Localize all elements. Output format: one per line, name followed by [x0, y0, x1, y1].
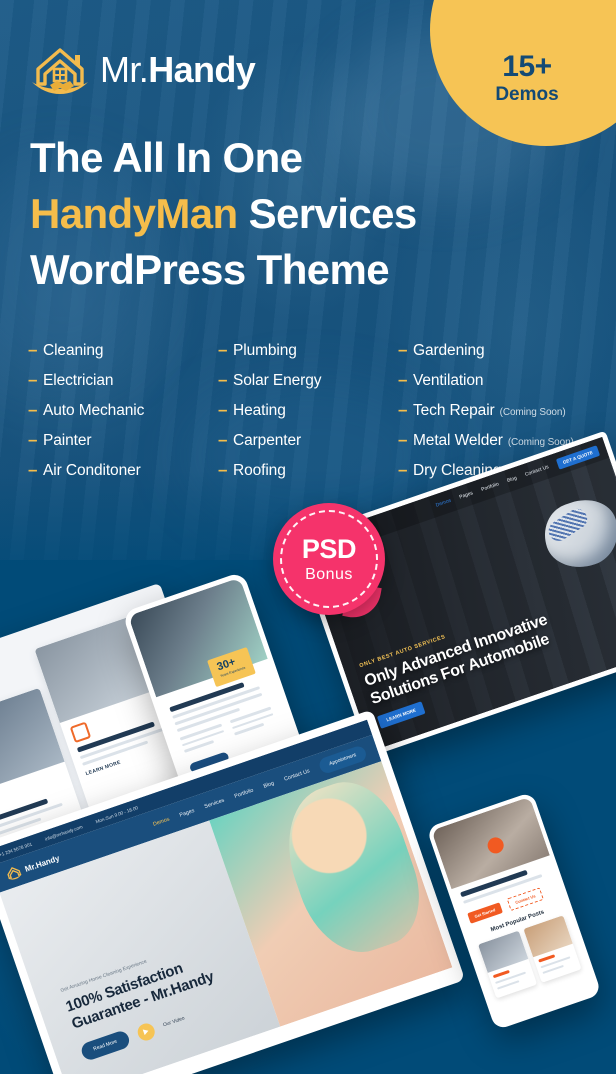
bullet-dash-icon: –	[28, 430, 38, 449]
service-item: – Painter	[28, 430, 218, 460]
psd-badge-text: PSD Bonus	[273, 503, 385, 615]
bullet-dash-icon: –	[398, 370, 408, 389]
bullet-dash-icon: –	[218, 400, 228, 419]
service-item: – Tech Repair (Coming Soon)	[398, 400, 600, 430]
bullet-dash-icon: –	[398, 400, 408, 419]
cleaning-read-more-button[interactable]: Read More	[79, 1029, 132, 1063]
service-name: Metal Welder	[413, 432, 503, 449]
cleaning-nav-portfolio[interactable]: Portfolio	[234, 788, 255, 800]
auto-nav-pages[interactable]: Pages	[459, 490, 474, 500]
service-name: Gardening	[413, 342, 485, 359]
play-video-icon[interactable]	[135, 1020, 157, 1043]
auto-nav-demos[interactable]: Demos	[435, 498, 452, 509]
bullet-dash-icon: –	[218, 430, 228, 449]
headline-line-2-rest: Services	[237, 190, 418, 237]
mockup-phone-blog: Get Started Contact Us Most Popular Post…	[426, 791, 602, 1031]
headline-accent-word: HandyMan	[30, 190, 238, 237]
service-name: Tech Repair	[413, 402, 495, 419]
service-name: Cleaning	[43, 342, 104, 359]
service-name: Carpenter	[233, 432, 302, 449]
services-column-1: – Cleaning – Electrician – Auto Mechanic – P…	[28, 340, 218, 490]
auto-nav-portfolio[interactable]: Portfolio	[481, 481, 500, 493]
brand-logo-text: Mr.Handy	[100, 49, 256, 90]
service-item: – Heating	[218, 400, 398, 430]
promo-banner: 15+ Demos Mr.Handy The All In One HandyM…	[0, 0, 616, 1074]
cleaning-nav-demos[interactable]: Demos	[152, 817, 170, 828]
service-status-note: (Coming Soon)	[499, 407, 566, 418]
house-handshake-icon	[32, 48, 88, 94]
brand-logo-prefix: Mr.	[100, 49, 149, 90]
service-name: Ventilation	[413, 372, 484, 389]
demos-label: Demos	[495, 84, 559, 106]
cleaning-hero-copy: Get Amazing Home Cleaning Experience 100…	[60, 940, 226, 1063]
services-column-2: – Plumbing – Solar Energy – Heating – Carpen…	[218, 340, 398, 490]
service-name: Plumbing	[233, 342, 297, 359]
service-item: – Carpenter	[218, 430, 398, 460]
service-name: Auto Mechanic	[43, 402, 145, 419]
blog-screen: Get Started Contact Us Most Popular Post…	[431, 796, 597, 1026]
cleaning-nav-blog[interactable]: Blog	[263, 781, 275, 790]
auto-nav-contact[interactable]: Contact Us	[524, 464, 549, 478]
cleaning-video-label: Our Video	[162, 1015, 186, 1029]
brand-logo-name: Handy	[148, 49, 256, 90]
headline-line-2: HandyMan Services	[30, 186, 460, 242]
house-handshake-icon	[7, 867, 22, 880]
demos-count: 15+	[502, 50, 552, 84]
brand-logo[interactable]: Mr.Handy	[30, 44, 256, 96]
psd-badge-title: PSD	[301, 533, 357, 564]
building-icon	[69, 721, 92, 744]
bullet-dash-icon: –	[398, 340, 408, 359]
service-item: – Cleaning	[28, 340, 218, 370]
service-name: Solar Energy	[233, 372, 322, 389]
blog-primary-tag[interactable]: Get Started	[467, 902, 503, 924]
service-name: Painter	[43, 432, 92, 449]
bullet-dash-icon: –	[28, 370, 38, 389]
auto-nav-blog[interactable]: Blog	[506, 475, 517, 484]
psd-badge-subtitle: Bonus	[305, 565, 353, 583]
service-name: Electrician	[43, 372, 114, 389]
service-name: Heating	[233, 402, 286, 419]
play-badge-icon	[485, 835, 506, 856]
hero-headline: The All In One HandyMan Services WordPre…	[30, 130, 460, 298]
bullet-dash-icon: –	[218, 340, 228, 359]
service-item: – Gardening	[398, 340, 600, 370]
service-item: – Ventilation	[398, 370, 600, 400]
bullet-dash-icon: –	[218, 370, 228, 389]
headline-line-1: The All In One	[30, 134, 303, 181]
service-item: – Solar Energy	[218, 370, 398, 400]
headline-line-3: WordPress Theme	[30, 246, 390, 293]
bullet-dash-icon: –	[398, 430, 408, 449]
bullet-dash-icon: –	[28, 340, 38, 359]
service-item: – Electrician	[28, 370, 218, 400]
blog-secondary-tag[interactable]: Contact Us	[506, 887, 545, 912]
cleaning-nav-services[interactable]: Services	[204, 798, 225, 810]
cleaning-nav-contact[interactable]: Contact Us	[283, 768, 310, 782]
cleaning-nav-pages[interactable]: Pages	[179, 808, 195, 819]
mockup-stage: LEARN MORE LEARN MORE 30+	[0, 430, 616, 1074]
psd-bonus-badge: PSD Bonus	[273, 503, 385, 622]
service-item: – Auto Mechanic	[28, 400, 218, 430]
service-item: – Plumbing	[218, 340, 398, 370]
cleaning-brand-name: Mr.Handy	[23, 853, 61, 874]
bullet-dash-icon: –	[28, 400, 38, 419]
